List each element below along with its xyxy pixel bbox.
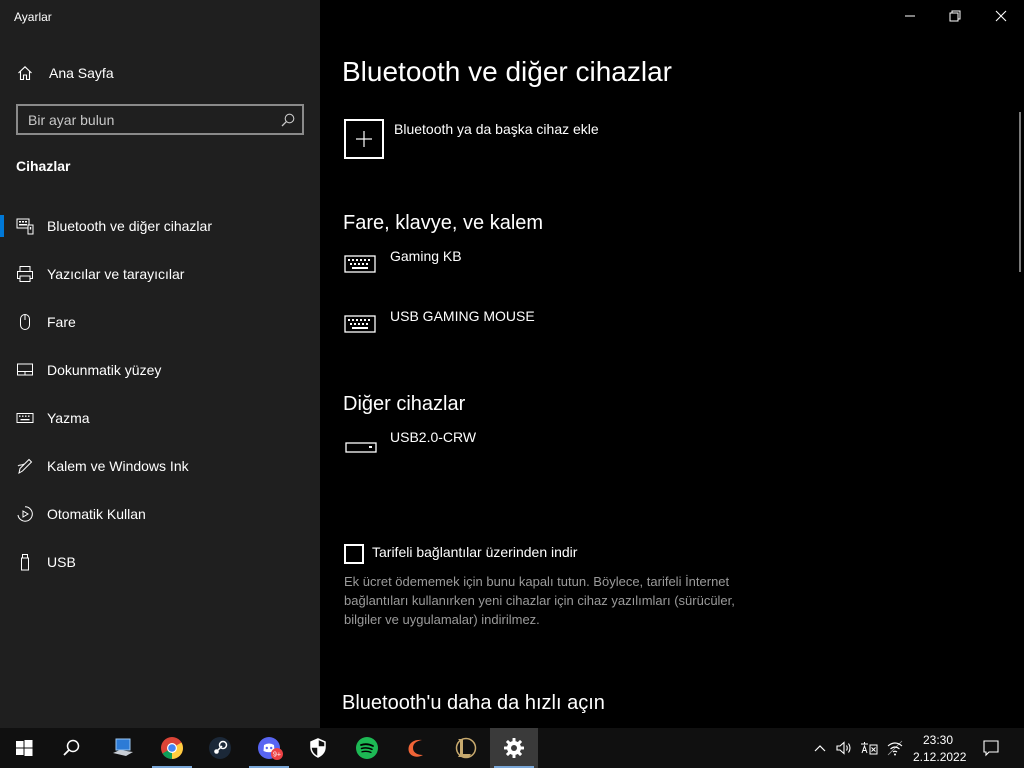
sidebar-item-label: Kalem ve Windows Ink: [47, 458, 189, 474]
sidebar-item-label: Otomatik Kullan: [47, 506, 146, 522]
usb-icon: [21, 554, 29, 571]
taskbar-app-league[interactable]: [441, 728, 489, 768]
home-label: Ana Sayfa: [49, 65, 114, 81]
home-link[interactable]: Ana Sayfa: [0, 56, 320, 90]
sidebar-item-label: Yazıcılar ve tarayıcılar: [47, 266, 185, 282]
taskbar-app-steam[interactable]: [196, 728, 244, 768]
taskbar-app-settings[interactable]: [490, 728, 538, 768]
settings-gear-icon: [504, 738, 524, 758]
restore-button[interactable]: [932, 0, 978, 32]
device-item[interactable]: Gaming KB: [344, 248, 744, 288]
chevron-up-icon[interactable]: [812, 740, 828, 756]
sidebar-item-label: USB: [47, 554, 76, 570]
sidebar-item-bluetooth[interactable]: Bluetooth ve diğer cihazlar: [0, 205, 320, 245]
sidebar-item-label: Yazma: [47, 410, 90, 426]
device-name: Gaming KB: [390, 248, 462, 264]
sidebar-item-label: Fare: [47, 314, 76, 330]
metered-download-checkbox[interactable]: [344, 544, 364, 564]
discord-icon: 9+: [258, 737, 283, 760]
taskbar-app-curseforge[interactable]: [392, 728, 440, 768]
mouse-icon: [20, 314, 30, 330]
chrome-icon: [161, 737, 183, 759]
desktop-computer-icon: [113, 738, 133, 756]
device-name: USB2.0-CRW: [390, 429, 477, 445]
start-button[interactable]: [0, 728, 48, 768]
notification-badge: 9+: [273, 752, 281, 759]
sidebar-item-label: Bluetooth ve diğer cihazlar: [47, 218, 212, 234]
window-title: Ayarlar: [14, 10, 52, 24]
keyboard-icon: [344, 255, 376, 273]
sidebar-item-typing[interactable]: Yazma: [0, 397, 320, 437]
notification-icon[interactable]: [982, 739, 1000, 757]
printer-icon: [17, 266, 33, 282]
close-icon: [995, 10, 1007, 22]
device-item[interactable]: USB GAMING MOUSE: [344, 308, 744, 348]
bluetooth-devices-icon: [16, 218, 34, 235]
home-icon: [18, 66, 32, 81]
quick-bluetooth-heading: Bluetooth'u daha da hızlı açın: [342, 692, 605, 714]
add-device-button[interactable]: [344, 119, 384, 159]
keyboard-icon: [16, 413, 34, 423]
generic-device-icon: [345, 442, 377, 453]
close-button[interactable]: [978, 0, 1024, 32]
league-of-legends-icon: [455, 737, 477, 759]
taskbar-app-pc[interactable]: [99, 728, 147, 768]
metered-download-label[interactable]: Tarifeli bağlantılar üzerinden indir: [372, 544, 577, 560]
section-heading: Cihazlar: [16, 158, 71, 174]
scrollbar[interactable]: [1019, 112, 1021, 272]
sidebar: Ayarlar Ana Sayfa Cihazlar Bluetooth ve …: [0, 0, 320, 728]
taskbar-app-chrome[interactable]: [148, 728, 196, 768]
clock-date[interactable]: 2.12.2022: [913, 750, 966, 764]
add-device-label[interactable]: Bluetooth ya da başka cihaz ekle: [394, 121, 599, 137]
minimize-icon: [905, 15, 915, 17]
sidebar-item-usb[interactable]: USB: [0, 541, 320, 581]
shield-icon: [310, 738, 326, 758]
taskbar-app-security[interactable]: [294, 728, 342, 768]
taskbar-search-button[interactable]: [48, 728, 96, 768]
sidebar-item-printers[interactable]: Yazıcılar ve tarayıcılar: [0, 253, 320, 293]
device-item[interactable]: USB2.0-CRW: [344, 429, 744, 469]
selected-indicator: [0, 215, 4, 237]
ime-icon[interactable]: [859, 740, 879, 756]
sidebar-item-autoplay[interactable]: Otomatik Kullan: [0, 493, 320, 533]
taskbar: 9+: [0, 728, 1024, 768]
sidebar-item-touchpad[interactable]: Dokunmatik yüzey: [0, 349, 320, 389]
taskbar-app-discord[interactable]: 9+: [245, 728, 293, 768]
touchpad-icon: [17, 363, 33, 376]
group-heading-input-devices: Fare, klavye, ve kalem: [343, 212, 544, 234]
wifi-icon[interactable]: [886, 740, 904, 756]
metered-description: Ek ücret ödememek için bunu kapalı tutun…: [344, 574, 735, 627]
sidebar-item-label: Dokunmatik yüzey: [47, 362, 162, 378]
keyboard-icon: [344, 315, 376, 333]
sidebar-item-pen[interactable]: Kalem ve Windows Ink: [0, 445, 320, 485]
minimize-button[interactable]: [887, 0, 933, 32]
search-icon: [63, 739, 80, 756]
pen-icon: [17, 458, 33, 474]
group-heading-other-devices: Diğer cihazlar: [343, 393, 466, 415]
curseforge-icon: [408, 739, 423, 757]
restore-icon: [949, 10, 961, 22]
device-name: USB GAMING MOUSE: [390, 308, 535, 324]
spotify-icon: [356, 737, 378, 759]
windows-start-icon: [16, 740, 33, 756]
clock-time[interactable]: 23:30: [923, 733, 953, 747]
search-icon[interactable]: [280, 112, 296, 128]
plus-icon: [356, 131, 372, 147]
page-title: Bluetooth ve diğer cihazlar: [342, 56, 672, 87]
taskbar-app-spotify[interactable]: [343, 728, 391, 768]
volume-icon[interactable]: [835, 740, 853, 756]
sidebar-item-mouse[interactable]: Fare: [0, 301, 320, 341]
search-input[interactable]: [18, 106, 276, 133]
steam-icon: [209, 737, 231, 759]
search-box[interactable]: [16, 104, 304, 135]
autoplay-icon: [17, 506, 33, 522]
